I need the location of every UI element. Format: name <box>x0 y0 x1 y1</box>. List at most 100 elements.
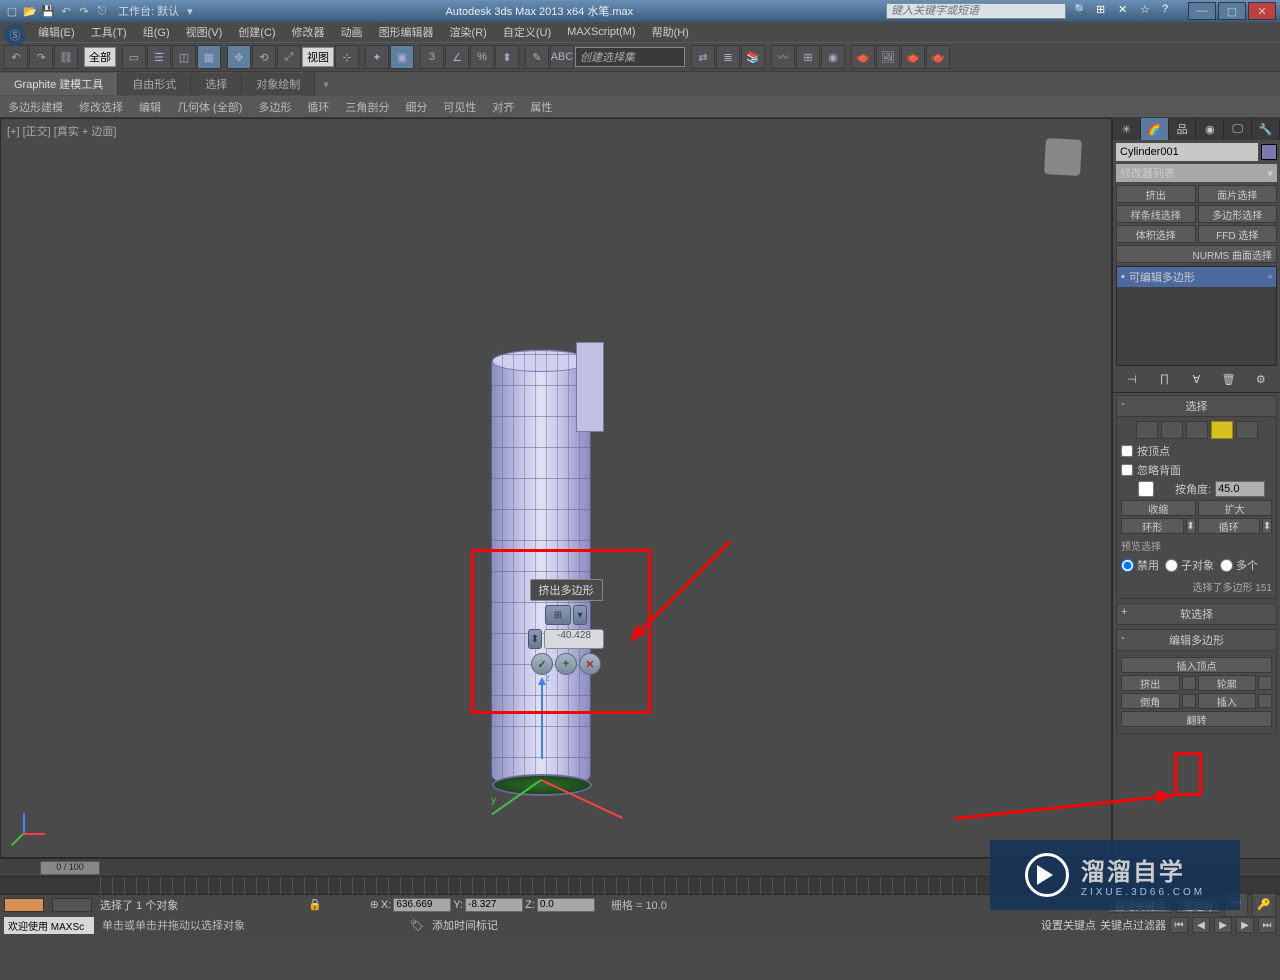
remove-modifier-icon[interactable]: 🗑 <box>1220 370 1238 388</box>
set-key-button[interactable]: 设置关键点 <box>1041 917 1096 933</box>
layers-icon[interactable]: 📚 <box>741 45 765 69</box>
ribbon-geometry-all[interactable]: 几何体 (全部) <box>169 96 250 118</box>
snap-toggle-icon[interactable]: 3 <box>420 45 444 69</box>
link-icon[interactable]: ⎋ <box>94 3 110 19</box>
mod-btn-ffd-select[interactable]: FFD 选择 <box>1198 225 1278 243</box>
ribbon-tab-freeform[interactable]: 自由形式 <box>118 73 191 95</box>
bevel-settings-button[interactable] <box>1182 694 1196 708</box>
ribbon-tab-graphite[interactable]: Graphite 建模工具 <box>0 73 118 95</box>
keyboard-shortcut-icon[interactable]: ▣ <box>390 45 414 69</box>
open-icon[interactable]: 📂 <box>22 3 38 19</box>
outline-settings-button[interactable] <box>1258 676 1272 690</box>
ribbon-properties[interactable]: 属性 <box>522 96 560 118</box>
pin-stack-icon[interactable]: ⊣ <box>1123 370 1141 388</box>
select-region-icon[interactable]: ◫ <box>172 45 196 69</box>
move-tool-icon[interactable]: ✥ <box>227 45 251 69</box>
stack-item-editable-poly[interactable]: ▪ 可编辑多边形 ▫ <box>1117 267 1276 287</box>
percent-snap-icon[interactable]: % <box>470 45 494 69</box>
object-color-swatch[interactable] <box>1261 144 1277 160</box>
selection-filter-dropdown[interactable]: 全部 <box>84 47 116 67</box>
stack-expand-icon[interactable]: ▪ <box>1121 271 1125 283</box>
reference-coord-dropdown[interactable]: 视图 <box>302 47 334 67</box>
save-icon[interactable]: 💾 <box>40 3 56 19</box>
next-frame-icon[interactable]: ▶ <box>1236 917 1254 933</box>
signin-icon[interactable]: ⊞ <box>1096 3 1112 19</box>
ribbon-loops[interactable]: 循环 <box>299 96 337 118</box>
menu-tools[interactable]: 工具(T) <box>83 24 135 40</box>
bevel-button[interactable]: 倒角 <box>1121 693 1180 709</box>
sob-border-icon[interactable] <box>1186 421 1208 439</box>
ribbon-modify-selection[interactable]: 修改选择 <box>71 96 131 118</box>
time-tag-icon[interactable]: 🏷 <box>410 919 424 932</box>
mod-btn-spline-select[interactable]: 样条线选择 <box>1116 205 1196 223</box>
key-mode-icon[interactable]: 🔑 <box>1252 893 1276 917</box>
preview-multi-radio[interactable] <box>1220 559 1233 572</box>
render-setup-icon[interactable]: 🫖 <box>851 45 875 69</box>
extrude-button[interactable]: 挤出 <box>1121 675 1180 691</box>
status-color-swatch[interactable] <box>4 898 44 912</box>
motion-tab-icon[interactable]: ◉ <box>1196 118 1224 140</box>
close-button[interactable]: ✕ <box>1248 2 1276 20</box>
ribbon-subdivision[interactable]: 细分 <box>397 96 435 118</box>
mod-btn-vol-select[interactable]: 体积选择 <box>1116 225 1196 243</box>
undo-icon[interactable]: ↶ <box>58 3 74 19</box>
configure-sets-icon[interactable]: ⚙ <box>1252 370 1270 388</box>
by-vertex-checkbox[interactable] <box>1121 445 1133 457</box>
menu-edit[interactable]: 编辑(E) <box>30 24 83 40</box>
show-end-result-icon[interactable]: ∏ <box>1155 370 1173 388</box>
ribbon-tris[interactable]: 三角剖分 <box>337 96 397 118</box>
menu-views[interactable]: 视图(V) <box>178 24 231 40</box>
render-iterative-icon[interactable]: 🫖 <box>926 45 950 69</box>
ribbon-tab-object-paint[interactable]: 对象绘制 <box>242 73 315 95</box>
exchange-icon[interactable]: ✕ <box>1118 3 1134 19</box>
select-by-name-icon[interactable]: ☰ <box>147 45 171 69</box>
window-crossing-icon[interactable]: ▦ <box>197 45 221 69</box>
menu-help[interactable]: 帮助(H) <box>644 24 697 40</box>
mod-btn-nurms[interactable]: NURMS 曲面选择 <box>1116 245 1277 263</box>
prev-frame-icon[interactable]: ◀ <box>1192 917 1210 933</box>
modifier-list-dropdown[interactable]: 修改器列表 ▾ <box>1116 164 1277 182</box>
menu-animation[interactable]: 动画 <box>333 24 371 40</box>
use-center-icon[interactable]: ⊹ <box>335 45 359 69</box>
rollout-edit-polygons-header[interactable]: -编辑多边形 <box>1116 629 1277 651</box>
ignore-backfacing-checkbox[interactable] <box>1121 464 1133 476</box>
stack-item-toggle-icon[interactable]: ▫ <box>1268 271 1272 283</box>
make-unique-icon[interactable]: ∀ <box>1187 370 1205 388</box>
menu-graph-editors[interactable]: 图形编辑器 <box>371 24 442 40</box>
key-filters-button[interactable]: 关键点过滤器 <box>1100 917 1166 933</box>
inset-button[interactable]: 插入 <box>1198 693 1257 709</box>
favorite-icon[interactable]: ☆ <box>1140 3 1156 19</box>
rollout-selection-header[interactable]: -选择 <box>1116 395 1277 417</box>
z-coord-input[interactable] <box>537 898 595 912</box>
maximize-button[interactable]: ▢ <box>1218 2 1246 20</box>
link-tool-icon[interactable]: ⛓ <box>54 45 78 69</box>
ribbon-align[interactable]: 对齐 <box>484 96 522 118</box>
loop-button[interactable]: 循环 <box>1198 518 1261 534</box>
menu-create[interactable]: 创建(C) <box>230 24 283 40</box>
ribbon-poly-modeling[interactable]: 多边形建模 <box>0 96 71 118</box>
insert-vertex-button[interactable]: 插入顶点 <box>1121 657 1272 673</box>
create-tab-icon[interactable]: ✳ <box>1113 118 1141 140</box>
curve-editor-icon[interactable]: 〰 <box>771 45 795 69</box>
maxscript-listener[interactable]: 欢迎使用 MAXSc <box>4 917 94 934</box>
ribbon-edit[interactable]: 编辑 <box>131 96 169 118</box>
help-search-input[interactable] <box>886 3 1066 19</box>
schematic-view-icon[interactable]: ⊞ <box>796 45 820 69</box>
time-slider-thumb[interactable]: 0 / 100 <box>40 861 100 875</box>
workbench-label[interactable]: 工作台: 默认 <box>118 3 179 19</box>
align-icon[interactable]: ≣ <box>716 45 740 69</box>
modify-tab-icon[interactable]: 🌈 <box>1141 118 1169 140</box>
viewcube[interactable] <box>1044 138 1082 176</box>
display-tab-icon[interactable]: 🖵 <box>1224 118 1252 140</box>
select-manipulate-icon[interactable]: ✦ <box>365 45 389 69</box>
rollout-soft-selection-header[interactable]: +软选择 <box>1116 603 1277 625</box>
named-selection-dropdown[interactable]: 创建选择集 <box>575 47 685 67</box>
ring-button[interactable]: 环形 <box>1121 518 1184 534</box>
material-editor-icon[interactable]: ◉ <box>821 45 845 69</box>
utilities-tab-icon[interactable]: 🔧 <box>1252 118 1280 140</box>
viewport-label[interactable]: [+] [正交] [真实 + 边面] <box>7 123 116 139</box>
sob-element-icon[interactable] <box>1236 421 1258 439</box>
rendered-frame-icon[interactable]: 🖼 <box>876 45 900 69</box>
status-swatch-2[interactable] <box>52 898 92 912</box>
minimize-button[interactable]: — <box>1188 2 1216 20</box>
